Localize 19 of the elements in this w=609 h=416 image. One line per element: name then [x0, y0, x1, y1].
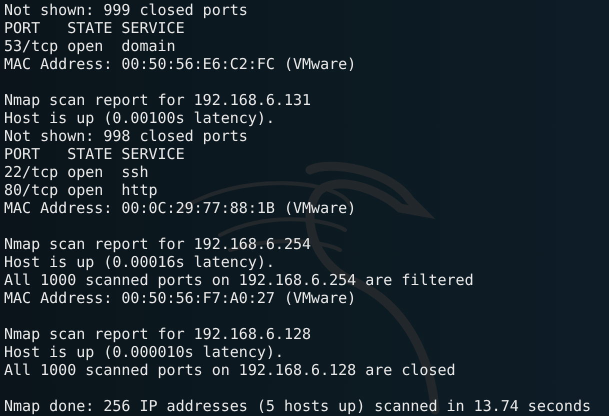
terminal-line: 22/tcp open ssh	[4, 163, 148, 181]
terminal-line: All 1000 scanned ports on 192.168.6.128 are closed	[4, 361, 456, 379]
terminal-line: Not shown: 999 closed ports	[4, 1, 248, 19]
terminal-line: MAC Address: 00:0C:29:77:88:1B (VMware)	[4, 199, 356, 217]
terminal-line: Nmap scan report for 192.168.6.128	[4, 325, 312, 343]
terminal-line: Host is up (0.00100s latency).	[4, 109, 275, 127]
terminal-line: Nmap done: 256 IP addresses (5 hosts up) scanned in 13.74 seconds	[4, 397, 591, 415]
terminal-line: MAC Address: 00:50:56:F7:A0:27 (VMware)	[4, 289, 356, 307]
terminal-line: 53/tcp open domain	[4, 37, 176, 55]
terminal-line: PORT STATE SERVICE	[4, 19, 185, 37]
terminal-line: Nmap scan report for 192.168.6.254	[4, 235, 312, 253]
terminal-line: MAC Address: 00:50:56:E6:C2:FC (VMware)	[4, 55, 356, 73]
terminal-line: Host is up (0.00016s latency).	[4, 253, 275, 271]
terminal-line: Host is up (0.000010s latency).	[4, 343, 284, 361]
terminal-line: 80/tcp open http	[4, 181, 158, 199]
terminal-line: PORT STATE SERVICE	[4, 145, 185, 163]
terminal-line: Nmap scan report for 192.168.6.131	[4, 91, 312, 109]
terminal-line: Not shown: 998 closed ports	[4, 127, 248, 145]
terminal-line: All 1000 scanned ports on 192.168.6.254 are filtered	[4, 271, 474, 289]
